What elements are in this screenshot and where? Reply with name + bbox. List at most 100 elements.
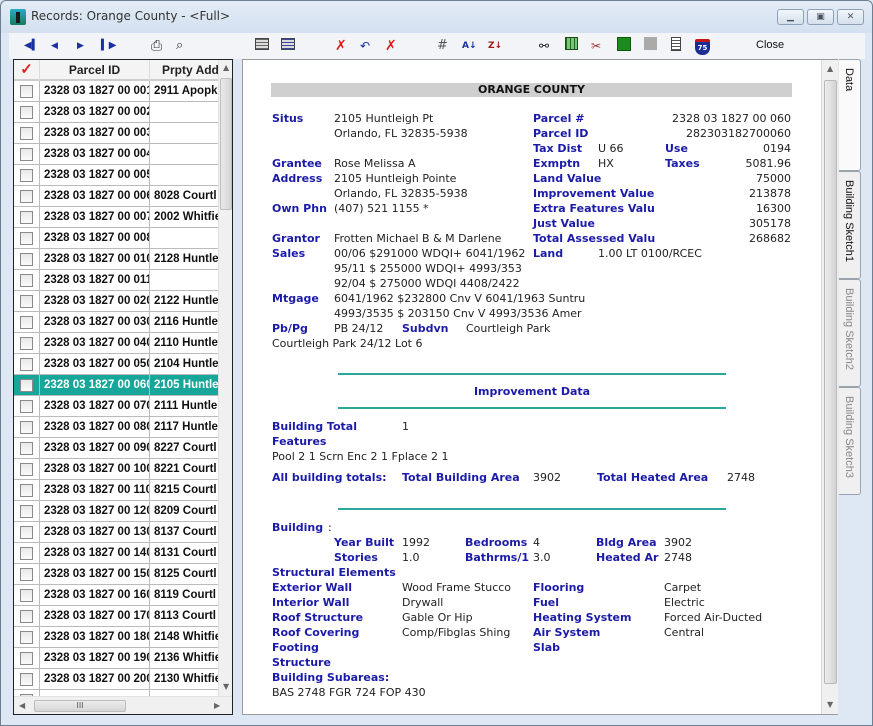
sort-descending-button[interactable]: Z↓ [488, 37, 502, 55]
table-row[interactable]: 2328 03 1827 00 040 2110 Huntle [14, 333, 218, 354]
parcel-id-cell[interactable]: 2328 03 1827 00 003 [39, 123, 150, 144]
parcel-id-cell[interactable]: 2328 03 1827 00 011 [39, 270, 150, 291]
row-checkbox[interactable] [20, 337, 33, 350]
parcel-id-cell[interactable]: 2328 03 1827 00 160 [39, 585, 150, 606]
property-address-cell[interactable]: 8125 Courtl [150, 564, 218, 585]
property-address-cell[interactable]: 2002 Whitfie [150, 207, 218, 228]
property-address-cell[interactable]: 2911 Apopk [150, 81, 218, 102]
property-address-cell[interactable]: 2104 Huntle [150, 354, 218, 375]
table-row[interactable]: 2328 03 1827 00 170 8113 Courtl [14, 606, 218, 627]
table-row[interactable]: 2328 03 1827 00 050 2104 Huntle [14, 354, 218, 375]
interstate-button[interactable]: 75 [695, 37, 710, 55]
previous-record-button[interactable]: ◀ [51, 37, 58, 55]
table-row[interactable]: 2328 03 1827 00 100 8221 Courtl [14, 459, 218, 480]
parcel-id-cell[interactable]: 2328 03 1827 00 005 [39, 165, 150, 186]
property-address-cell[interactable]: 2117 Huntle [150, 417, 218, 438]
table-row[interactable]: 2328 03 1827 00 003 [14, 123, 218, 144]
row-checkbox[interactable] [20, 253, 33, 266]
tools-button[interactable]: ✂ [591, 37, 601, 55]
table-row[interactable]: 2328 03 1827 00 180 2148 Whitfie [14, 627, 218, 648]
property-address-cell[interactable] [150, 228, 218, 249]
property-address-cell[interactable]: 8227 Courtl [150, 438, 218, 459]
parcel-id-cell[interactable]: 2328 03 1827 00 180 [39, 627, 150, 648]
table-row[interactable]: 2328 03 1827 00 150 8125 Courtl [14, 564, 218, 585]
parcel-id-cell[interactable]: 2328 03 1827 00 080 [39, 417, 150, 438]
table-row[interactable]: 2328 03 1827 00 060 2105 Huntle [14, 375, 218, 396]
grid-vertical-scroll-thumb[interactable] [220, 78, 232, 210]
property-address-cell[interactable]: 2148 Whitfie [150, 627, 218, 648]
row-checkbox[interactable] [20, 211, 33, 224]
parcel-id-cell[interactable]: 2328 03 1827 00 170 [39, 606, 150, 627]
property-address-cell[interactable]: 8113 Courtl [150, 606, 218, 627]
sort-ascending-button[interactable]: A↓ [462, 37, 477, 55]
table-row[interactable]: 2328 03 1827 00 004 [14, 144, 218, 165]
row-checkbox[interactable] [20, 358, 33, 371]
first-record-button[interactable]: ◀▍ [24, 37, 39, 55]
grid-button[interactable]: # [437, 37, 448, 55]
property-address-cell[interactable]: 2116 Huntle [150, 312, 218, 333]
parcel-id-cell[interactable]: 2328 03 1827 00 004 [39, 144, 150, 165]
table-row[interactable]: 2328 03 1827 00 160 8119 Courtl [14, 585, 218, 606]
parcel-id-cell[interactable]: 2328 03 1827 00 060 [39, 375, 150, 396]
scroll-left-icon[interactable]: ◀ [19, 701, 25, 710]
disabled-action-button[interactable] [644, 37, 657, 55]
property-address-cell[interactable]: 8028 Courtl [150, 186, 218, 207]
table-row[interactable]: 2328 03 1827 00 090 8227 Courtl [14, 438, 218, 459]
scroll-down-icon[interactable]: ▼ [223, 682, 229, 691]
property-address-cell[interactable] [150, 144, 218, 165]
parcel-id-cell[interactable]: 2328 03 1827 00 007 [39, 207, 150, 228]
row-checkbox[interactable] [20, 568, 33, 581]
tab-building-sketch3[interactable]: Building Sketch3 [839, 387, 861, 495]
parcel-id-cell[interactable]: 2328 03 1827 00 090 [39, 438, 150, 459]
row-checkbox[interactable] [20, 421, 33, 434]
table-row[interactable]: 2328 03 1827 00 080 2117 Huntle [14, 417, 218, 438]
parcel-id-cell[interactable]: 2328 03 1827 00 070 [39, 396, 150, 417]
parcel-id-cell[interactable]: 2328 03 1827 00 002 [39, 102, 150, 123]
row-checkbox[interactable] [20, 295, 33, 308]
table-row[interactable]: 2328 03 1827 00 005 [14, 165, 218, 186]
row-checkbox[interactable] [20, 169, 33, 182]
row-checkbox[interactable] [20, 526, 33, 539]
last-record-button[interactable]: ▍▶ [101, 37, 116, 55]
parcel-id-cell[interactable]: 2328 03 1827 00 190 [39, 648, 150, 669]
select-all-checkmark-icon[interactable]: ✓ [14, 60, 39, 81]
column-header-property-address[interactable]: Prpty Add [149, 60, 218, 81]
table-row[interactable]: 2328 03 1827 00 030 2116 Huntle [14, 312, 218, 333]
grid-horizontal-scroll-thumb[interactable]: III [34, 700, 126, 712]
row-checkbox[interactable] [20, 106, 33, 119]
table-row[interactable]: 2328 03 1827 00 140 8131 Courtl [14, 543, 218, 564]
property-address-cell[interactable] [150, 102, 218, 123]
parcel-id-cell[interactable]: 2328 03 1827 00 010 [39, 249, 150, 270]
row-checkbox[interactable] [20, 442, 33, 455]
row-checkbox[interactable] [20, 379, 33, 392]
property-address-cell[interactable]: 8209 Courtl [150, 501, 218, 522]
property-address-cell[interactable]: 2111 Huntle [150, 396, 218, 417]
table-row[interactable]: 2328 03 1827 00 001 2911 Apopk [14, 81, 218, 102]
table-row[interactable]: 2328 03 1827 00 070 2111 Huntle [14, 396, 218, 417]
table-row[interactable]: 2328 03 1827 00 190 2136 Whitfie [14, 648, 218, 669]
parcel-id-cell[interactable]: 2328 03 1827 00 140 [39, 543, 150, 564]
form-view-button[interactable] [255, 37, 269, 55]
table-row[interactable]: 2328 03 1827 00 011 [14, 270, 218, 291]
print-button[interactable]: ⎙ [151, 37, 162, 55]
next-record-button[interactable]: ▶ [77, 37, 84, 55]
parcel-id-cell[interactable]: 2328 03 1827 00 030 [39, 312, 150, 333]
row-checkbox[interactable] [20, 400, 33, 413]
scroll-up-icon[interactable]: ▲ [223, 63, 229, 72]
parcel-id-cell[interactable]: 2328 03 1827 00 040 [39, 333, 150, 354]
row-checkbox[interactable] [20, 316, 33, 329]
row-checkbox[interactable] [20, 673, 33, 686]
close-button[interactable]: Close [756, 39, 784, 51]
parcel-id-cell[interactable]: 2328 03 1827 00 130 [39, 522, 150, 543]
parcel-id-cell[interactable]: 2328 03 1827 00 150 [39, 564, 150, 585]
property-address-cell[interactable]: 8119 Courtl [150, 585, 218, 606]
property-address-cell[interactable]: 8131 Courtl [150, 543, 218, 564]
restore-button[interactable]: ▣ [807, 9, 834, 25]
property-address-cell[interactable]: 2110 Huntle [150, 333, 218, 354]
property-address-cell[interactable]: 8137 Courtl [150, 522, 218, 543]
parcel-id-cell[interactable]: 2328 03 1827 00 050 [39, 354, 150, 375]
row-checkbox[interactable] [20, 85, 33, 98]
table-row[interactable]: 2328 03 1827 00 007 2002 Whitfie [14, 207, 218, 228]
property-address-cell[interactable] [150, 165, 218, 186]
row-checkbox[interactable] [20, 610, 33, 623]
